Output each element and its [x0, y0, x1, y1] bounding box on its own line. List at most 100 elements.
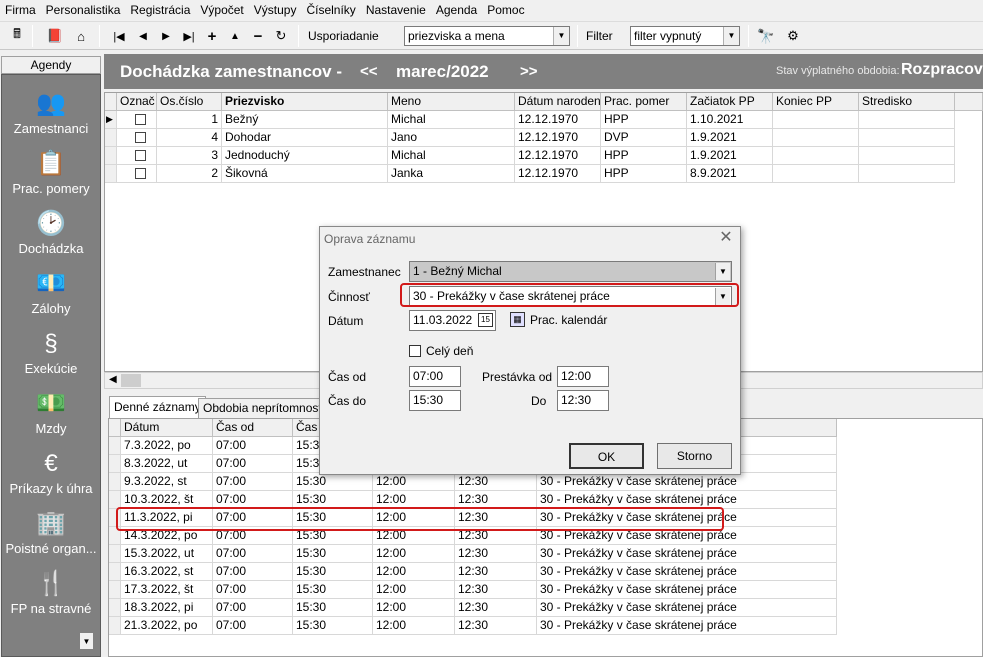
time-to-input[interactable]: 15:30 [409, 390, 461, 411]
table-cell[interactable]: 30 - Prekážky v čase skrátenej práce [537, 563, 837, 581]
table-cell[interactable]: 30 - Prekážky v čase skrátenej práce [537, 545, 837, 563]
sort-combo[interactable]: priezviska a mena ▼ [404, 26, 570, 46]
table-cell[interactable]: 07:00 [213, 545, 293, 563]
table-cell[interactable]: 4 [157, 129, 222, 147]
table-cell[interactable]: Bežný [222, 111, 388, 129]
table-cell[interactable]: 30 - Prekážky v čase skrátenej práce [537, 491, 837, 509]
table-cell[interactable]: 12:30 [455, 581, 537, 599]
menu-item-0[interactable]: Firma [0, 0, 41, 21]
table-cell[interactable] [859, 129, 955, 147]
sidebar-item-mzdy[interactable]: 💵 Mzdy [2, 381, 100, 441]
tab-absence-periods[interactable]: Obdobia neprítomnosti [198, 398, 330, 418]
table-cell[interactable]: 10.3.2022, št [121, 491, 213, 509]
fullday-checkbox[interactable] [409, 345, 421, 357]
menu-item-5[interactable]: Číselníky [301, 0, 360, 21]
table-cell[interactable]: 3 [157, 147, 222, 165]
table-cell[interactable]: HPP [601, 147, 687, 165]
table-cell[interactable] [773, 165, 859, 183]
table-cell[interactable]: 17.3.2022, št [121, 581, 213, 599]
table-cell[interactable]: 12:30 [455, 617, 537, 635]
next-record-icon[interactable]: ▶ [155, 26, 177, 46]
table-cell[interactable] [773, 129, 859, 147]
table-cell[interactable]: 1.9.2021 [687, 147, 773, 165]
column-header-7[interactable]: Začiatok PP [687, 93, 773, 111]
table-cell[interactable]: DVP [601, 129, 687, 147]
table-cell[interactable]: 14.3.2022, po [121, 527, 213, 545]
table-cell[interactable] [859, 147, 955, 165]
table-cell[interactable]: 30 - Prekážky v čase skrátenej práce [537, 617, 837, 635]
table-cell[interactable]: 12:30 [455, 491, 537, 509]
table-cell[interactable] [773, 111, 859, 129]
table-cell[interactable]: HPP [601, 111, 687, 129]
table-cell[interactable]: 12:00 [373, 509, 455, 527]
table-cell[interactable]: 12:00 [373, 581, 455, 599]
menu-item-1[interactable]: Personalistika [41, 0, 126, 21]
sidebar-item-zamestnanci[interactable]: 👥 Zamestnanci [2, 81, 100, 141]
table-cell[interactable]: 12:30 [455, 545, 537, 563]
table-cell[interactable]: 07:00 [213, 563, 293, 581]
break-from-input[interactable]: 12:00 [557, 366, 609, 387]
column-header-9[interactable]: Stredisko [859, 93, 955, 111]
table-cell[interactable]: Jednoduchý [222, 147, 388, 165]
table-cell[interactable]: 15:30 [293, 491, 373, 509]
sidebar-item-z-lohy[interactable]: 💶 Zálohy [2, 261, 100, 321]
daily-column-header-2[interactable]: Čas od [213, 419, 293, 437]
menu-item-3[interactable]: Výpočet [195, 0, 248, 21]
table-cell[interactable]: Janka [388, 165, 515, 183]
table-cell[interactable]: 12:00 [373, 527, 455, 545]
fullday-label[interactable]: Celý deň [426, 344, 473, 358]
mark-checkbox[interactable] [135, 168, 146, 179]
calculator-icon[interactable]: 🖩 [6, 26, 28, 46]
table-cell[interactable]: 12:00 [373, 563, 455, 581]
table-cell[interactable]: 07:00 [213, 599, 293, 617]
table-cell[interactable]: 07:00 [213, 617, 293, 635]
column-header-4[interactable]: Meno [388, 93, 515, 111]
filter-combo[interactable]: filter vypnutý ▼ [630, 26, 740, 46]
book-icon[interactable]: 📕 [44, 26, 66, 46]
table-cell[interactable] [859, 165, 955, 183]
table-cell[interactable]: 07:00 [213, 527, 293, 545]
column-header-5[interactable]: Dátum narodenia [515, 93, 601, 111]
date-input[interactable]: 11.03.2022 15 [409, 310, 496, 331]
mark-checkbox[interactable] [135, 150, 146, 161]
table-cell[interactable]: 15.3.2022, ut [121, 545, 213, 563]
sidebar-item-pr-kazy-k-hra[interactable]: € Príkazy k úhra [2, 441, 100, 501]
table-cell[interactable]: 07:00 [213, 455, 293, 473]
chevron-down-icon[interactable]: ▼ [715, 288, 730, 305]
column-header-3[interactable]: Priezvisko [222, 93, 388, 111]
table-cell[interactable]: 12:00 [373, 473, 455, 491]
scroll-thumb[interactable] [121, 374, 141, 387]
home-icon[interactable]: ⌂ [70, 26, 92, 46]
table-cell[interactable]: 18.3.2022, pi [121, 599, 213, 617]
work-calendar-icon[interactable]: ▦ [510, 312, 525, 327]
table-cell[interactable]: 15:30 [293, 563, 373, 581]
table-cell[interactable]: 07:00 [213, 491, 293, 509]
chevron-down-icon[interactable]: ▼ [723, 27, 739, 45]
menu-item-7[interactable]: Agenda [431, 0, 482, 21]
table-cell[interactable]: 07:00 [213, 509, 293, 527]
table-cell[interactable]: 1 [157, 111, 222, 129]
mark-checkbox-cell[interactable] [117, 147, 157, 165]
column-header-1[interactable]: Označ [117, 93, 157, 111]
close-icon[interactable]: ✕ [718, 230, 734, 246]
table-cell[interactable]: 7.3.2022, po [121, 437, 213, 455]
sidebar-header[interactable]: Agendy [1, 56, 101, 74]
table-cell[interactable]: 12:00 [373, 491, 455, 509]
break-to-input[interactable]: 12:30 [557, 390, 609, 411]
table-cell[interactable]: 11.3.2022, pi [121, 509, 213, 527]
table-cell[interactable]: 07:00 [213, 437, 293, 455]
sidebar-item-fp-na-stravn[interactable]: 🍴 FP na stravné [2, 561, 100, 621]
chevron-down-icon[interactable]: ▼ [553, 27, 569, 45]
table-cell[interactable]: 8.3.2022, ut [121, 455, 213, 473]
table-cell[interactable]: 12:30 [455, 527, 537, 545]
time-from-input[interactable]: 07:00 [409, 366, 461, 387]
table-cell[interactable]: 15:30 [293, 545, 373, 563]
table-cell[interactable]: Jano [388, 129, 515, 147]
chevron-down-icon[interactable]: ▼ [715, 263, 730, 280]
menu-item-8[interactable]: Pomoc [482, 0, 529, 21]
table-cell[interactable]: 1.10.2021 [687, 111, 773, 129]
sidebar-scroll-down-icon[interactable]: ▼ [79, 632, 94, 650]
sidebar-item-exek-cie[interactable]: § Exekúcie [2, 321, 100, 381]
calendar-icon[interactable]: 15 [478, 313, 493, 327]
table-cell[interactable]: 15:30 [293, 473, 373, 491]
